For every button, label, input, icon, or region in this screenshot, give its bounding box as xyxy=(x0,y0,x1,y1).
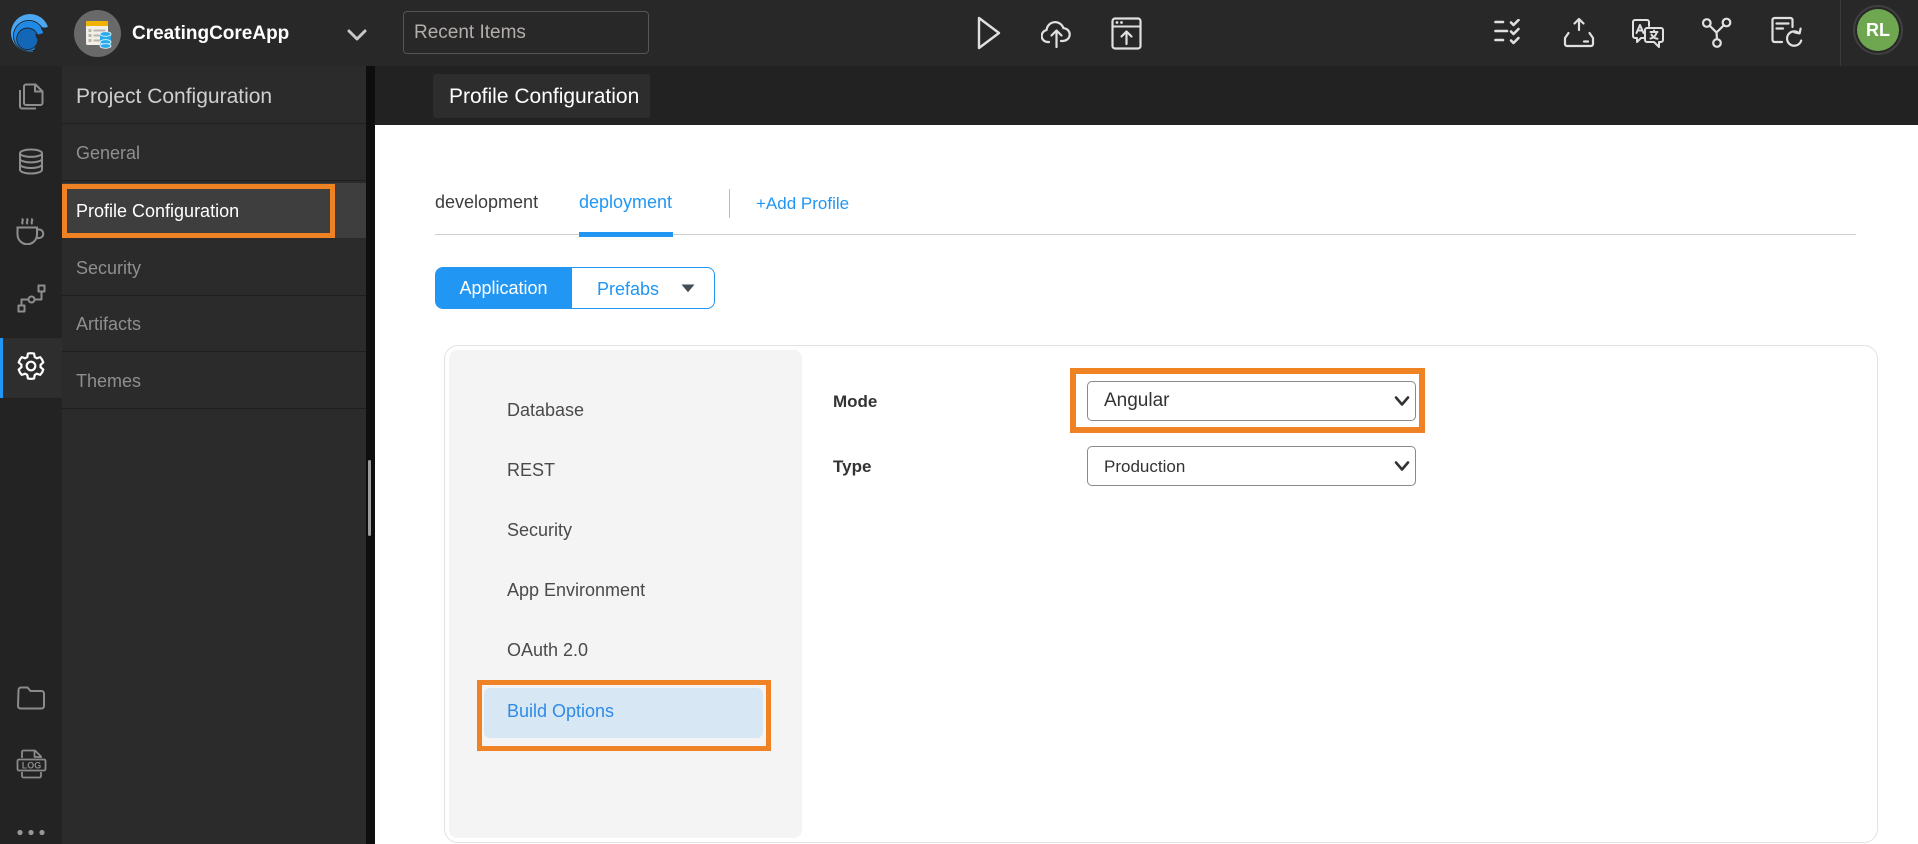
svg-text:LOG: LOG xyxy=(22,761,42,771)
